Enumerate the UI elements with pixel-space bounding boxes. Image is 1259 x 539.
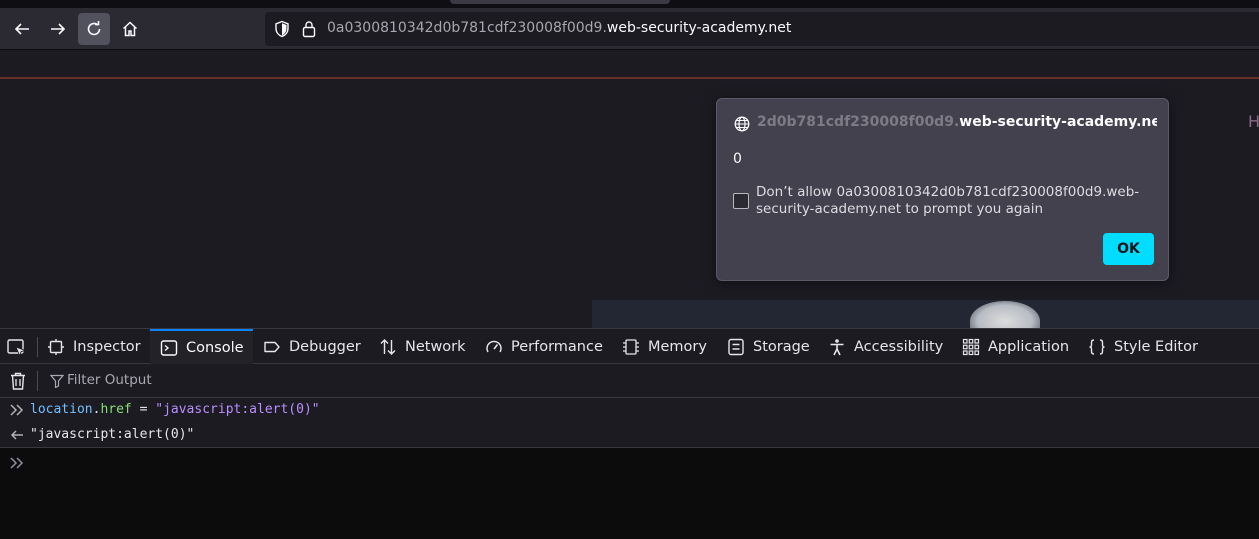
shield-icon[interactable] — [273, 20, 291, 38]
url-text[interactable]: 0a0300810342d0b781cdf230008f00d9.web-sec… — [327, 20, 791, 36]
url-subdomain: 0a0300810342d0b781cdf230008f00d9. — [327, 20, 607, 36]
tab-style-editor[interactable]: Style Editor — [1088, 329, 1198, 364]
style-editor-icon — [1089, 338, 1105, 355]
back-button[interactable] — [6, 13, 38, 45]
chevron-double-right-icon — [10, 404, 24, 416]
tab-accessibility[interactable]: Accessibility — [828, 329, 943, 364]
forward-arrow-icon — [51, 23, 66, 35]
globe-icon — [734, 116, 750, 132]
debugger-icon — [264, 341, 280, 352]
dialog-origin: 2d0b781cdf230008f00d9.web-security-acade… — [757, 114, 1157, 130]
hero-image — [592, 300, 1259, 328]
forward-button[interactable] — [42, 13, 74, 45]
dialog-message: 0 — [733, 151, 742, 167]
code-token-property: href — [100, 402, 132, 417]
devtools-tab-bar: Inspector Console Debugger Network Perfo… — [0, 328, 1259, 364]
console-icon — [160, 339, 178, 356]
tab-label: Console — [186, 339, 244, 356]
dialog-origin-faded: 2d0b781cdf230008f00d9. — [757, 114, 960, 130]
console-input-code[interactable]: location.href = "javascript:alert(0)" — [30, 402, 320, 417]
tab-label: Storage — [753, 338, 810, 355]
accessibility-icon — [830, 338, 844, 355]
trash-icon[interactable] — [9, 371, 27, 391]
tab-debugger[interactable]: Debugger — [263, 329, 361, 364]
tab-label: Application — [988, 338, 1070, 355]
tab-separator — [37, 337, 38, 357]
tab-label: Inspector — [73, 338, 141, 355]
dont-allow-label[interactable]: Don’t allow 0a0300810342d0b781cdf230008f… — [756, 184, 1156, 218]
console-input-entry: location.href = "javascript:alert(0)" — [0, 398, 1259, 422]
console-output-value[interactable]: "javascript:alert(0)" — [30, 427, 194, 442]
tab-storage[interactable]: Storage — [727, 329, 810, 364]
tab-console[interactable]: Console — [150, 329, 253, 364]
tab-inspector[interactable]: Inspector — [47, 329, 141, 364]
code-token-string: "javascript:alert(0)" — [155, 402, 320, 417]
filter-output-input[interactable]: Filter Output — [67, 372, 152, 388]
tab-memory[interactable]: Memory — [622, 329, 707, 364]
reload-button[interactable] — [78, 13, 110, 45]
return-arrow-icon — [10, 430, 23, 440]
back-arrow-icon — [14, 23, 29, 35]
dont-allow-checkbox[interactable] — [733, 193, 749, 209]
tab-label: Network — [405, 338, 466, 355]
tab-application[interactable]: Application — [962, 329, 1069, 364]
console-prompt[interactable] — [0, 448, 1259, 539]
alert-dialog: 2d0b781cdf230008f00d9.web-security-acade… — [716, 98, 1169, 281]
element-picker-icon[interactable] — [6, 337, 28, 359]
navigation-toolbar: 0a0300810342d0b781cdf230008f00d9.web-sec… — [0, 8, 1259, 50]
tab-label: Style Editor — [1114, 338, 1198, 355]
filter-icon — [50, 374, 64, 388]
storage-icon — [728, 338, 744, 355]
page-nav-link-partial[interactable]: H — [1248, 112, 1259, 131]
home-icon — [122, 21, 138, 37]
tab-label: Accessibility — [854, 338, 944, 355]
tab-strip — [0, 0, 1259, 8]
performance-icon — [486, 340, 502, 352]
tab-label: Debugger — [289, 338, 361, 355]
url-domain: web-security-academy.net — [606, 20, 792, 36]
chevron-double-right-icon — [10, 457, 24, 469]
console-output-entry: "javascript:alert(0)" — [0, 422, 1259, 448]
console-toolbar: Filter Output — [0, 364, 1259, 398]
code-token-object: location — [30, 402, 93, 417]
reload-icon — [87, 21, 101, 36]
application-icon — [962, 338, 980, 355]
toolbar-separator — [37, 371, 38, 391]
lock-icon[interactable] — [301, 20, 317, 38]
home-button[interactable] — [114, 13, 146, 45]
tab-performance[interactable]: Performance — [485, 329, 603, 364]
code-token-assign: = — [131, 402, 156, 417]
header-divider — [0, 77, 1259, 79]
tab-label: Performance — [511, 338, 603, 355]
devtools-panel: Inspector Console Debugger Network Perfo… — [0, 328, 1259, 539]
url-bar[interactable]: 0a0300810342d0b781cdf230008f00d9.web-sec… — [265, 12, 1259, 46]
network-icon — [380, 338, 396, 355]
tab-network[interactable]: Network — [379, 329, 466, 364]
ok-button[interactable]: OK — [1103, 233, 1154, 265]
memory-icon — [623, 338, 639, 355]
tab-label: Memory — [648, 338, 707, 355]
inspector-icon — [48, 338, 64, 355]
browser-tab[interactable] — [450, 0, 670, 4]
dialog-origin-domain: web-security-academy.net — [959, 114, 1157, 130]
